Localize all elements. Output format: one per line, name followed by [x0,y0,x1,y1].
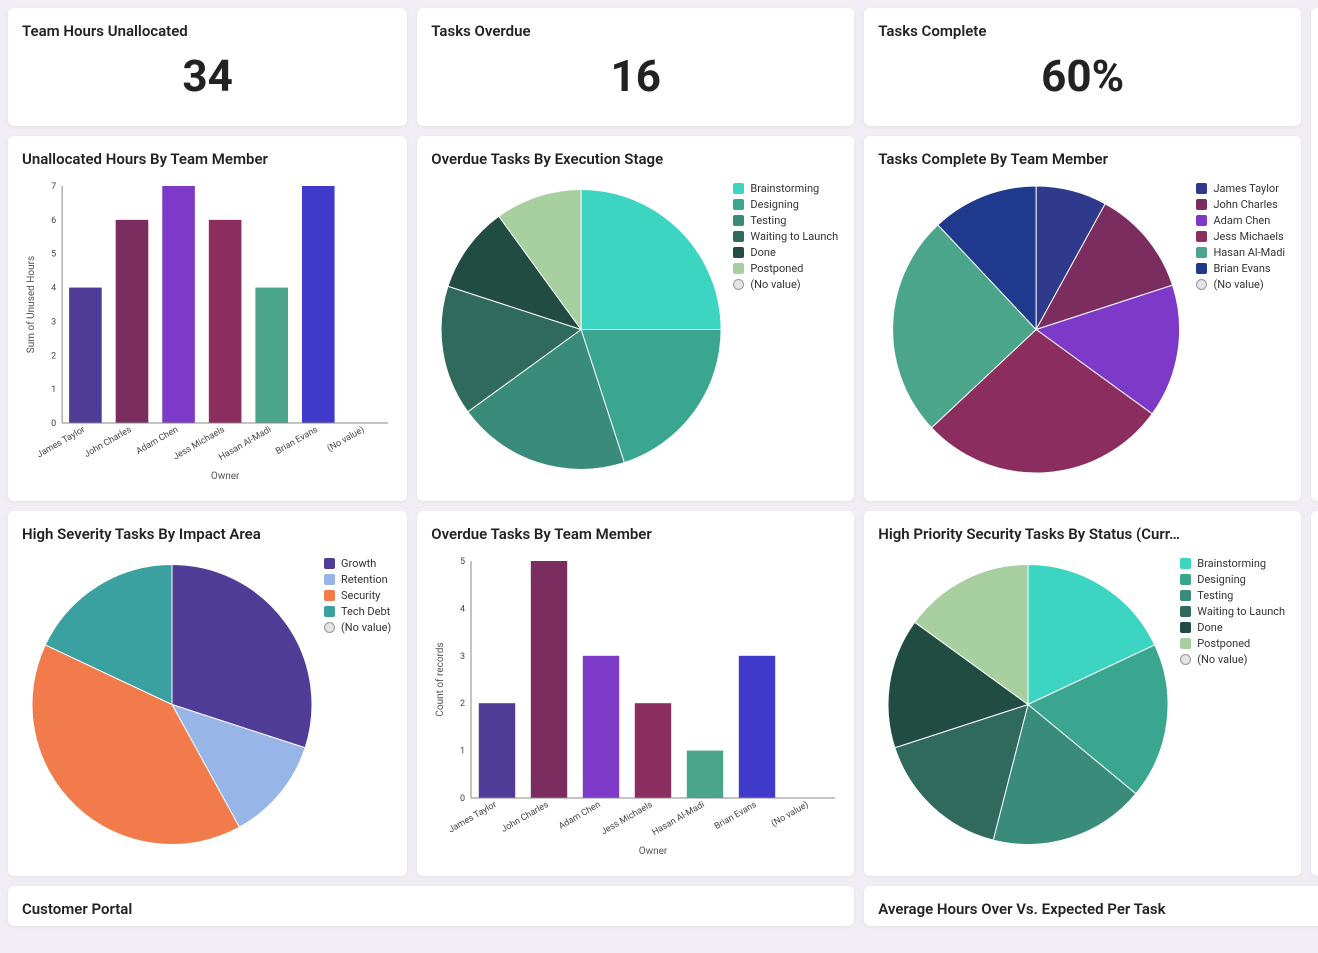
legend-item: Done [733,246,838,259]
daily-exec-summary[interactable]: ✎ ⛶ 🗑 Daily Exec Summary B I S 🔗 </> Hea… [1311,8,1318,501]
chart-title: Overdue Tasks By Team Member [431,525,840,543]
legend-item: Testing [1180,589,1285,602]
chart-high-severity-impact[interactable]: High Severity Tasks By Impact Area Growt… [8,511,407,876]
legend-item: Jess Michaels [1196,230,1285,243]
legend-item: Postponed [1180,637,1285,650]
svg-text:3: 3 [460,652,465,662]
chart-title: Customer Portal [22,900,840,918]
legend-item: Brian Evans [1196,262,1285,275]
legend-item: Growth [324,557,391,570]
svg-text:1: 1 [51,385,56,395]
svg-text:Sum of Unused Hours: Sum of Unused Hours [25,256,37,353]
legend-item: Designing [733,198,838,211]
svg-text:John Charles: John Charles [500,800,551,835]
chart-overdue-by-member[interactable]: Overdue Tasks By Team Member 0 1 2 3 4 5 James… [417,511,854,876]
kpi-title: Tasks Overdue [431,22,840,40]
svg-text:Hasan Al-Madi: Hasan Al-Madi [217,425,273,463]
legend-item: Adam Chen [1196,214,1285,227]
chart-title: High Severity Tasks By Impact Area [22,525,393,543]
legend-item: Tech Debt [324,605,391,618]
kpi-title: Tasks Complete [878,22,1287,40]
kpi-tasks-complete[interactable]: Tasks Complete 60% [864,8,1301,126]
legend-item: James Taylor [1196,182,1285,195]
chart-title: Unallocated Hours By Team Member [22,150,393,168]
svg-text:James Taylor: James Taylor [36,425,87,460]
legend-item: Waiting to Launch [733,230,838,243]
svg-text:Adam Chen: Adam Chen [557,800,602,832]
kpi-team-hours[interactable]: Team Hours Unallocated 34 [8,8,407,126]
kpi-value: 60% [878,50,1287,102]
svg-text:2: 2 [51,351,56,361]
svg-text:Owner: Owner [639,846,668,857]
svg-text:John Charles: John Charles [83,425,134,460]
kpi-title: Team Hours Unallocated [22,22,393,40]
chart-tasks-complete-member[interactable]: Tasks Complete By Team Member James Tayl… [864,136,1301,501]
svg-text:(No value): (No value) [770,799,811,829]
legend-item: (No value) [733,278,838,291]
chart-title: Average Hours Over Vs. Expected Per Task [878,900,1318,918]
svg-text:Brian Evans: Brian Evans [713,800,759,832]
chart-title: Tasks Complete By Team Member [878,150,1287,168]
svg-text:7: 7 [51,182,56,192]
chart-overdue-by-stage[interactable]: Overdue Tasks By Execution Stage Brainst… [417,136,854,501]
legend-item: Postponed [733,262,838,275]
svg-text:1: 1 [460,747,465,757]
chart-title: Overdue Tasks By Execution Stage [431,150,840,168]
svg-text:Jess Michaels: Jess Michaels [600,800,655,838]
customer-portal-card[interactable]: Customer Portal [8,886,854,926]
svg-text:Count of records: Count of records [434,642,446,716]
legend-item: (No value) [1180,653,1285,666]
chart-completed-by-impact[interactable]: Completed Tasks By Impact Area 024681012… [1311,511,1318,876]
legend-item: Hasan Al-Madi [1196,246,1285,259]
legend-item: Done [1180,621,1285,634]
chart-title: High Priority Security Tasks By Status (… [878,525,1287,543]
kpi-tasks-overdue[interactable]: Tasks Overdue 16 [417,8,854,126]
svg-text:Brian Evans: Brian Evans [274,425,320,457]
svg-text:Owner: Owner [211,471,240,482]
legend-item: Retention [324,573,391,586]
legend-item: Security [324,589,391,602]
svg-text:2: 2 [460,699,465,709]
kpi-value: 16 [431,50,840,102]
kpi-value: 34 [22,50,393,102]
chart-security-by-status[interactable]: High Priority Security Tasks By Status (… [864,511,1301,876]
svg-text:5: 5 [51,250,56,260]
legend-item: (No value) [324,621,391,634]
svg-text:(No value): (No value) [325,424,366,454]
svg-text:0: 0 [51,419,56,429]
legend-item: Waiting to Launch [1180,605,1285,618]
legend-item: Brainstorming [733,182,838,195]
svg-text:5: 5 [460,557,465,567]
svg-text:0: 0 [460,794,465,804]
svg-text:4: 4 [460,604,465,614]
avg-hours-card[interactable]: Average Hours Over Vs. Expected Per Task [864,886,1318,926]
svg-text:6: 6 [51,216,56,226]
svg-text:4: 4 [51,284,56,294]
svg-text:James Taylor: James Taylor [447,800,498,835]
legend-item: (No value) [1196,278,1285,291]
svg-text:3: 3 [51,317,56,327]
legend-item: Designing [1180,573,1285,586]
legend-item: Testing [733,214,838,227]
svg-text:Hasan Al-Madi: Hasan Al-Madi [651,800,707,838]
chart-unallocated-hours[interactable]: Unallocated Hours By Team Member 0 1 2 3 4 5 6… [8,136,407,501]
legend-item: Brainstorming [1180,557,1285,570]
legend-item: John Charles [1196,198,1285,211]
